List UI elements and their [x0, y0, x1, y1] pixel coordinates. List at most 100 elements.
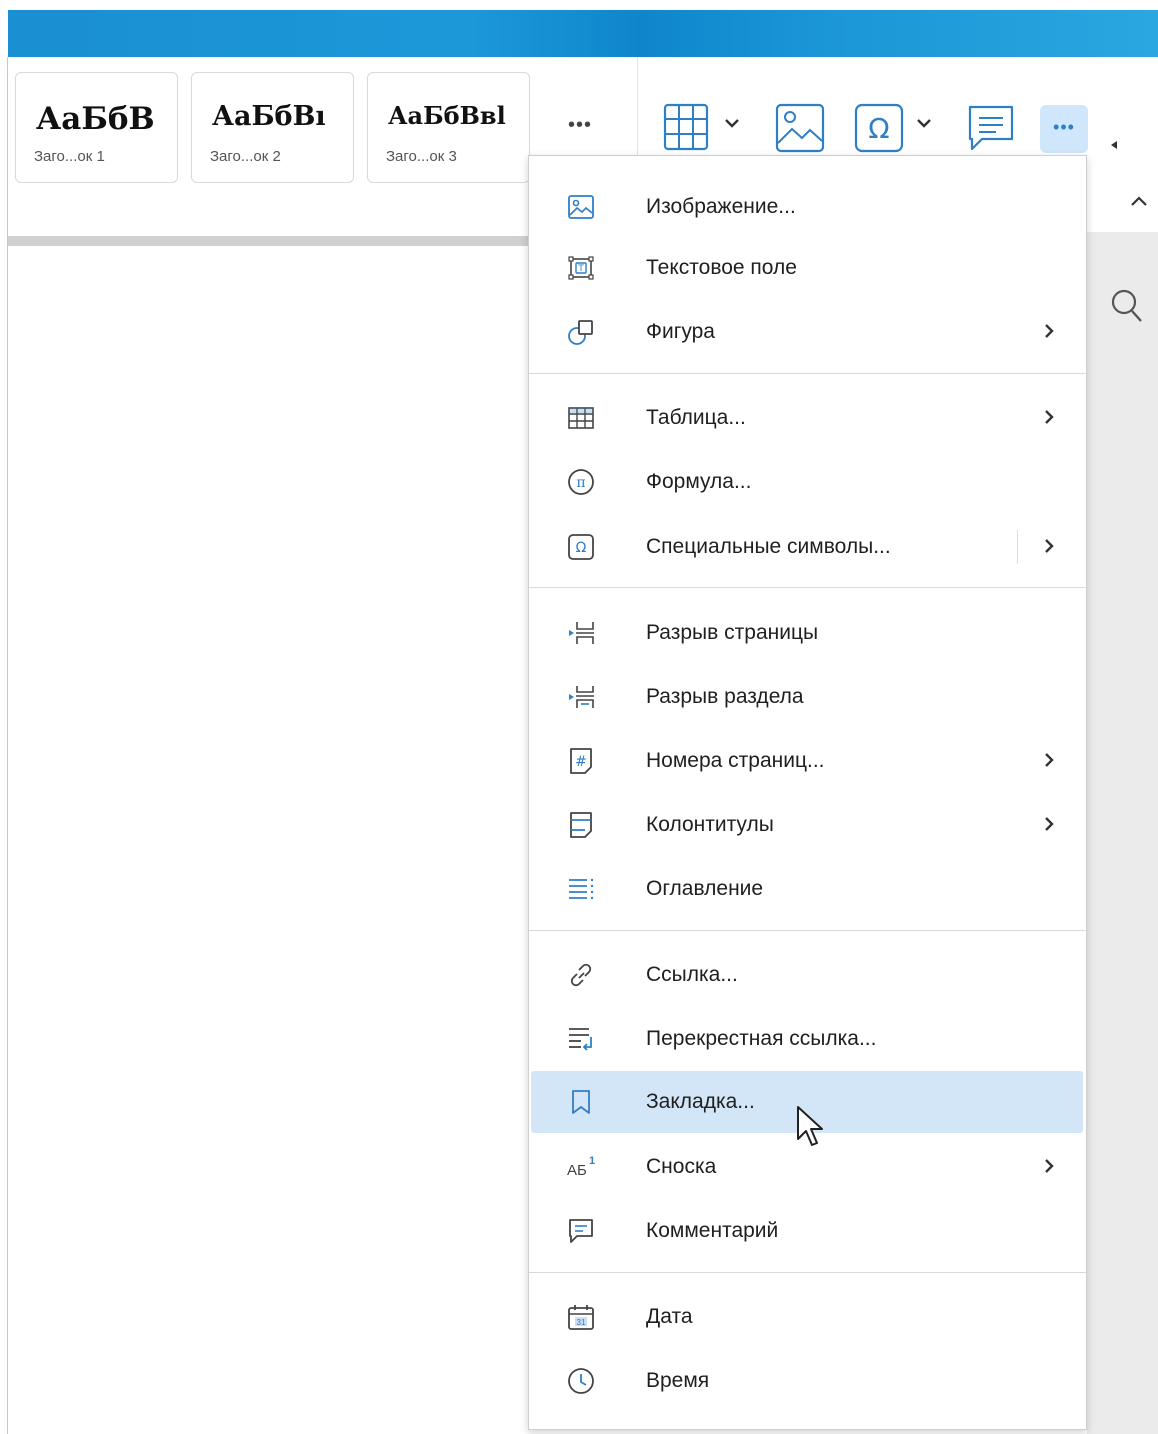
chevron-right-icon[interactable]	[1043, 538, 1055, 554]
page-numbers-icon: #	[570, 748, 592, 774]
menu-item-label: Таблица...	[646, 406, 746, 429]
menu-item-cross-reference[interactable]: Перекрестная ссылка...	[531, 1008, 1083, 1070]
insert-image-icon[interactable]	[775, 103, 825, 153]
menu-item-label: Закладка...	[646, 1090, 755, 1113]
menu-separator	[529, 930, 1086, 931]
menu-item-section-break[interactable]: Разрыв раздела	[531, 666, 1083, 728]
menu-item-label: Текстовое поле	[646, 256, 797, 279]
chevron-down-icon[interactable]	[724, 117, 740, 129]
cross-reference-icon	[569, 1028, 592, 1051]
menu-item-label: Ссылка...	[646, 963, 738, 986]
menu-separator	[529, 1272, 1086, 1273]
menu-item-label: Изображение...	[646, 195, 796, 218]
menu-item-comment[interactable]: Комментарий	[531, 1200, 1083, 1262]
section-break-icon	[569, 686, 594, 708]
menu-item-label: Оглавление	[646, 877, 764, 900]
menu-item-label: Фигура	[646, 320, 715, 343]
style-sample: АаБбВ	[36, 101, 155, 137]
menu-item-clock[interactable]: Время	[531, 1350, 1083, 1412]
menu-item-label: Колонтитулы	[646, 813, 774, 836]
style-heading-2[interactable]: АаБбВı Заго...ок 2	[191, 72, 354, 183]
menu-separator	[529, 587, 1086, 588]
split-divider	[1017, 530, 1018, 564]
more-icon: •••	[1053, 117, 1075, 137]
special-symbols-icon[interactable]: Ω	[854, 103, 904, 153]
title-bar	[8, 10, 1158, 57]
menu-item-label: Перекрестная ссылка...	[646, 1027, 877, 1050]
menu-item-toc[interactable]: Оглавление	[531, 858, 1083, 920]
mouse-cursor-icon	[797, 1106, 823, 1146]
calendar-icon: 31	[568, 1305, 594, 1330]
menu-item-label: Номера страниц...	[646, 749, 825, 772]
comment-icon[interactable]	[966, 103, 1016, 153]
style-sample: АаБбВı	[212, 101, 326, 132]
link-icon	[570, 963, 592, 987]
style-label: Заго...ок 2	[210, 148, 281, 165]
page-break-icon	[569, 622, 594, 644]
menu-item-calendar[interactable]: 31 Дата	[531, 1286, 1083, 1348]
menu-item-link[interactable]: Ссылка...	[531, 944, 1083, 1006]
style-heading-1[interactable]: АаБбВ Заго...ок 1	[15, 72, 178, 183]
style-label: Заго...ок 3	[386, 148, 457, 165]
menu-item-label: Разрыв страницы	[646, 621, 819, 644]
omega-icon: Ω	[568, 534, 594, 560]
style-label: Заго...ок 1	[34, 148, 105, 165]
menu-item-omega[interactable]: Ω Специальные символы...	[531, 516, 1083, 578]
comment-icon	[569, 1219, 593, 1243]
window-border	[7, 57, 8, 1434]
footnote-icon-text: АБ	[567, 1162, 587, 1179]
menu-item-text-box[interactable]: T Текстовое поле	[531, 237, 1083, 299]
chevron-right-icon	[1045, 324, 1054, 338]
panel-header	[1087, 183, 1158, 233]
insert-more-menu: Изображение... T Текстовое поле Фигура Табли…	[528, 155, 1087, 1430]
menu-item-label: Разрыв раздела	[646, 685, 804, 708]
menu-item-table[interactable]: Таблица...	[531, 387, 1083, 449]
more-styles-button[interactable]: •••	[560, 115, 600, 135]
chevron-down-icon[interactable]	[916, 117, 932, 129]
menu-item-label: Дата	[646, 1305, 693, 1328]
insert-table-icon[interactable]	[663, 103, 711, 153]
search-icon[interactable]	[1110, 288, 1144, 324]
svg-text:π: π	[576, 475, 585, 491]
svg-text:Ω: Ω	[868, 112, 889, 145]
ruler	[8, 236, 532, 246]
menu-item-page-numbers[interactable]: # Номера страниц...	[531, 730, 1083, 792]
style-heading-3[interactable]: АаБбВвl Заго...ок 3	[367, 72, 530, 183]
chevron-right-icon	[1045, 817, 1054, 831]
more-insert-button[interactable]: •••	[1040, 105, 1088, 153]
chevron-right-icon	[1045, 410, 1054, 424]
svg-text:#: #	[575, 754, 587, 770]
table-icon	[568, 407, 594, 429]
style-sample: АаБбВвl	[388, 101, 506, 130]
shape-icon	[568, 320, 593, 345]
calendar-day-text: 31	[577, 1318, 586, 1327]
menu-item-label: Специальные символы...	[646, 535, 891, 558]
svg-text:T: T	[577, 264, 584, 274]
arrow-left-icon[interactable]	[1110, 140, 1118, 150]
chevron-right-icon	[1045, 753, 1054, 767]
menu-item-label: Сноска	[646, 1155, 717, 1178]
menu-item-header-footer[interactable]: Колонтитулы	[531, 794, 1083, 856]
formula-icon: π	[568, 469, 594, 495]
chevron-up-icon[interactable]	[1130, 195, 1148, 207]
svg-text:Ω: Ω	[576, 540, 587, 556]
side-panel	[1087, 232, 1158, 1434]
chevron-right-icon	[1045, 1159, 1054, 1173]
image-icon	[568, 195, 594, 219]
bookmark-icon	[572, 1090, 590, 1114]
clock-icon	[568, 1368, 594, 1394]
footnote-icon-sup: 1	[589, 1155, 595, 1167]
menu-separator	[529, 373, 1086, 374]
menu-item-label: Формула...	[646, 470, 752, 493]
toc-icon	[569, 878, 594, 900]
menu-item-image[interactable]: Изображение...	[531, 176, 1083, 238]
ribbon-divider	[637, 57, 638, 155]
menu-item-label: Время	[646, 1369, 710, 1392]
menu-item-shape[interactable]: Фигура	[531, 301, 1083, 363]
menu-item-formula[interactable]: π Формула...	[531, 451, 1083, 513]
text-box-icon: T	[568, 256, 594, 280]
header-footer-icon	[570, 812, 592, 838]
menu-item-label: Комментарий	[646, 1219, 779, 1242]
footnote-icon: АБ1	[567, 1155, 595, 1179]
menu-item-page-break[interactable]: Разрыв страницы	[531, 602, 1083, 664]
